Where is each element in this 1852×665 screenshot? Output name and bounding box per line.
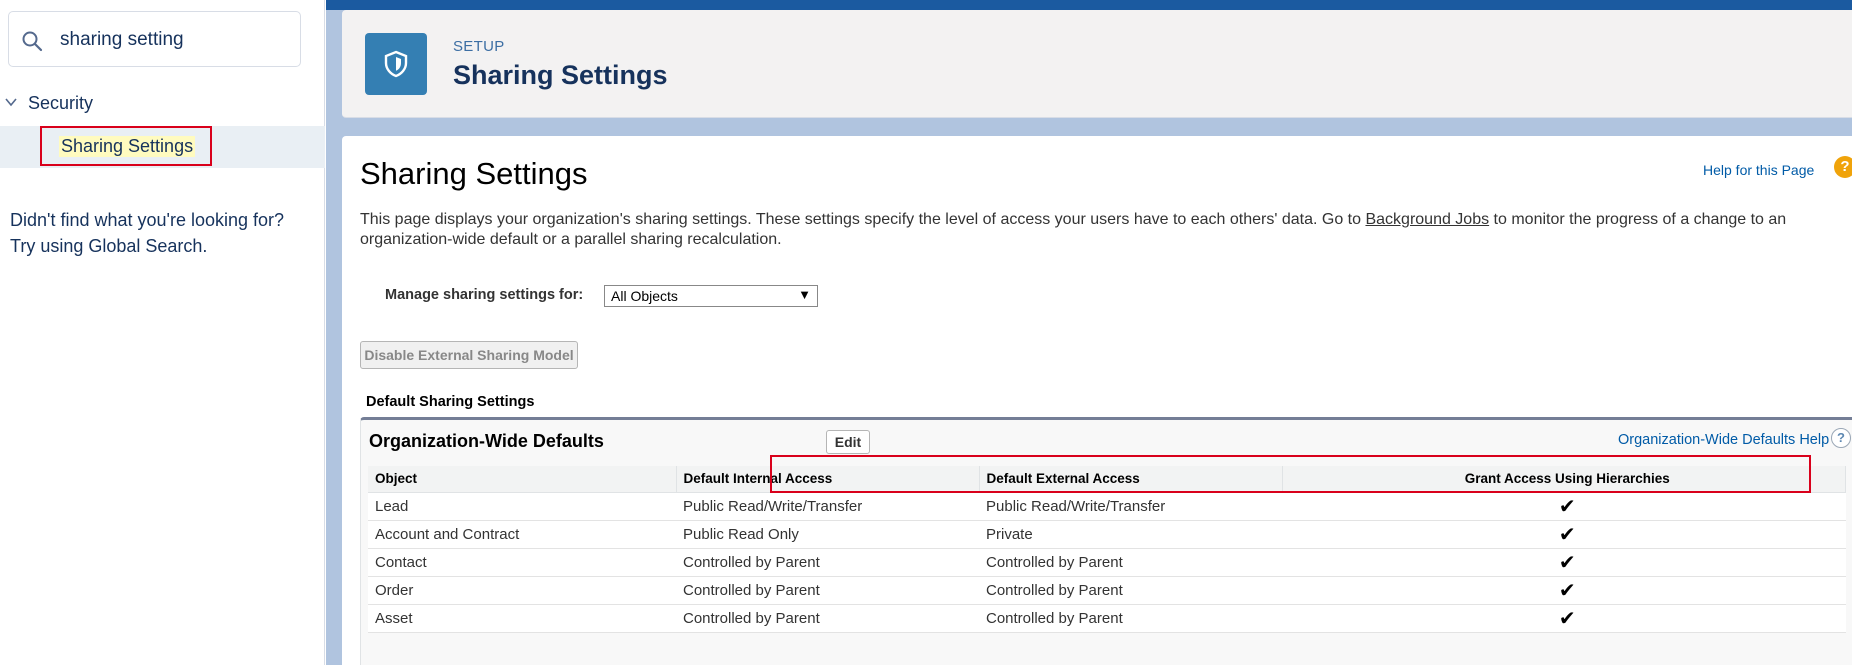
no-results-message: Didn't find what you're looking for? Try… <box>10 207 284 259</box>
column-header: Object <box>368 466 677 493</box>
owd-table: Object Default Internal Access Default E… <box>368 466 1846 633</box>
owd-help-link[interactable]: Organization-Wide Defaults Help <box>1618 432 1829 448</box>
page-title: Sharing Settings <box>360 156 588 191</box>
cell-object: Account and Contract <box>368 520 676 549</box>
table-header-row: Object Default Internal Access Default E… <box>368 466 1846 493</box>
shield-icon <box>384 50 408 78</box>
help-icon[interactable]: ? <box>1834 156 1852 178</box>
cell-object: Lead <box>368 492 676 521</box>
header-icon-tile <box>365 33 427 95</box>
background-jobs-link[interactable]: Background Jobs <box>1365 211 1489 228</box>
chevron-down-icon[interactable] <box>4 95 18 109</box>
header-title: Sharing Settings <box>453 60 668 90</box>
checkmark-icon: ✔ <box>1282 492 1846 521</box>
cell-object: Order <box>368 576 676 605</box>
tree-item-label[interactable]: Sharing Settings <box>59 136 196 157</box>
cell-object: Asset <box>368 604 676 633</box>
help-for-page-link[interactable]: Help for this Page <box>1703 162 1814 178</box>
checkmark-icon: ✔ <box>1282 604 1846 633</box>
cell-external-access: Public Read/Write/Transfer <box>979 492 1282 521</box>
tree-item-sharing-settings[interactable]: Sharing Settings <box>0 126 325 168</box>
description-text-1: This page displays your organization's s… <box>360 211 1366 228</box>
column-header: Default Internal Access <box>676 466 980 493</box>
search-input[interactable]: sharing setting <box>60 29 184 51</box>
dropdown-arrow-icon: ▼ <box>798 287 811 302</box>
cell-internal-access: Controlled by Parent <box>676 548 979 577</box>
cell-external-access: Controlled by Parent <box>979 576 1282 605</box>
manage-sharing-select[interactable]: All Objects ▼ <box>604 285 818 307</box>
column-header: Default External Access <box>979 466 1283 493</box>
owd-help-icon[interactable]: ? <box>1831 428 1851 448</box>
cell-object: Contact <box>368 548 676 577</box>
disable-external-sharing-button[interactable]: Disable External Sharing Model <box>360 341 578 369</box>
content-card: Sharing Settings Help for this Page ? Th… <box>342 136 1852 665</box>
section-heading: Default Sharing Settings <box>366 394 535 410</box>
checkmark-icon: ✔ <box>1282 548 1846 577</box>
table-row: Order Controlled by Parent Controlled by… <box>368 576 1846 605</box>
page-header: SETUP Sharing Settings <box>342 10 1852 118</box>
cell-external-access: Controlled by Parent <box>979 548 1282 577</box>
table-row: Contact Controlled by Parent Controlled … <box>368 548 1846 577</box>
table-row: Account and Contract Public Read Only Pr… <box>368 520 1846 549</box>
cell-internal-access: Public Read Only <box>676 520 979 549</box>
no-results-line1: Didn't find what you're looking for? <box>10 210 285 230</box>
setup-sidebar: sharing setting Security Sharing Setting… <box>0 0 325 665</box>
owd-title: Organization-Wide Defaults <box>369 431 604 451</box>
table-row: Lead Public Read/Write/Transfer Public R… <box>368 492 1846 521</box>
cell-external-access: Private <box>979 520 1282 549</box>
quick-find-search[interactable]: sharing setting <box>8 11 301 67</box>
table-row: Asset Controlled by Parent Controlled by… <box>368 604 1846 633</box>
tree-group-label[interactable]: Security <box>28 93 93 114</box>
cell-internal-access: Public Read/Write/Transfer <box>676 492 979 521</box>
select-value: All Objects <box>611 288 678 304</box>
page-description: This page displays your organization's s… <box>360 210 1852 250</box>
checkmark-icon: ✔ <box>1282 520 1846 549</box>
edit-button[interactable]: Edit <box>826 430 870 454</box>
cell-internal-access: Controlled by Parent <box>676 576 979 605</box>
manage-sharing-label: Manage sharing settings for: <box>385 287 584 303</box>
cell-internal-access: Controlled by Parent <box>676 604 979 633</box>
column-header: Grant Access Using Hierarchies <box>1282 466 1846 493</box>
global-search-hint: Try using Global Search. <box>10 236 208 256</box>
checkmark-icon: ✔ <box>1282 576 1846 605</box>
org-wide-defaults-block: Organization-Wide Defaults Edit Organiza… <box>360 417 1852 665</box>
tree-group-security[interactable]: Security <box>0 91 325 119</box>
main-area: SETUP Sharing Settings Sharing Settings … <box>326 0 1852 665</box>
search-icon <box>22 31 43 52</box>
cell-external-access: Controlled by Parent <box>979 604 1282 633</box>
header-eyebrow: SETUP <box>453 38 505 55</box>
